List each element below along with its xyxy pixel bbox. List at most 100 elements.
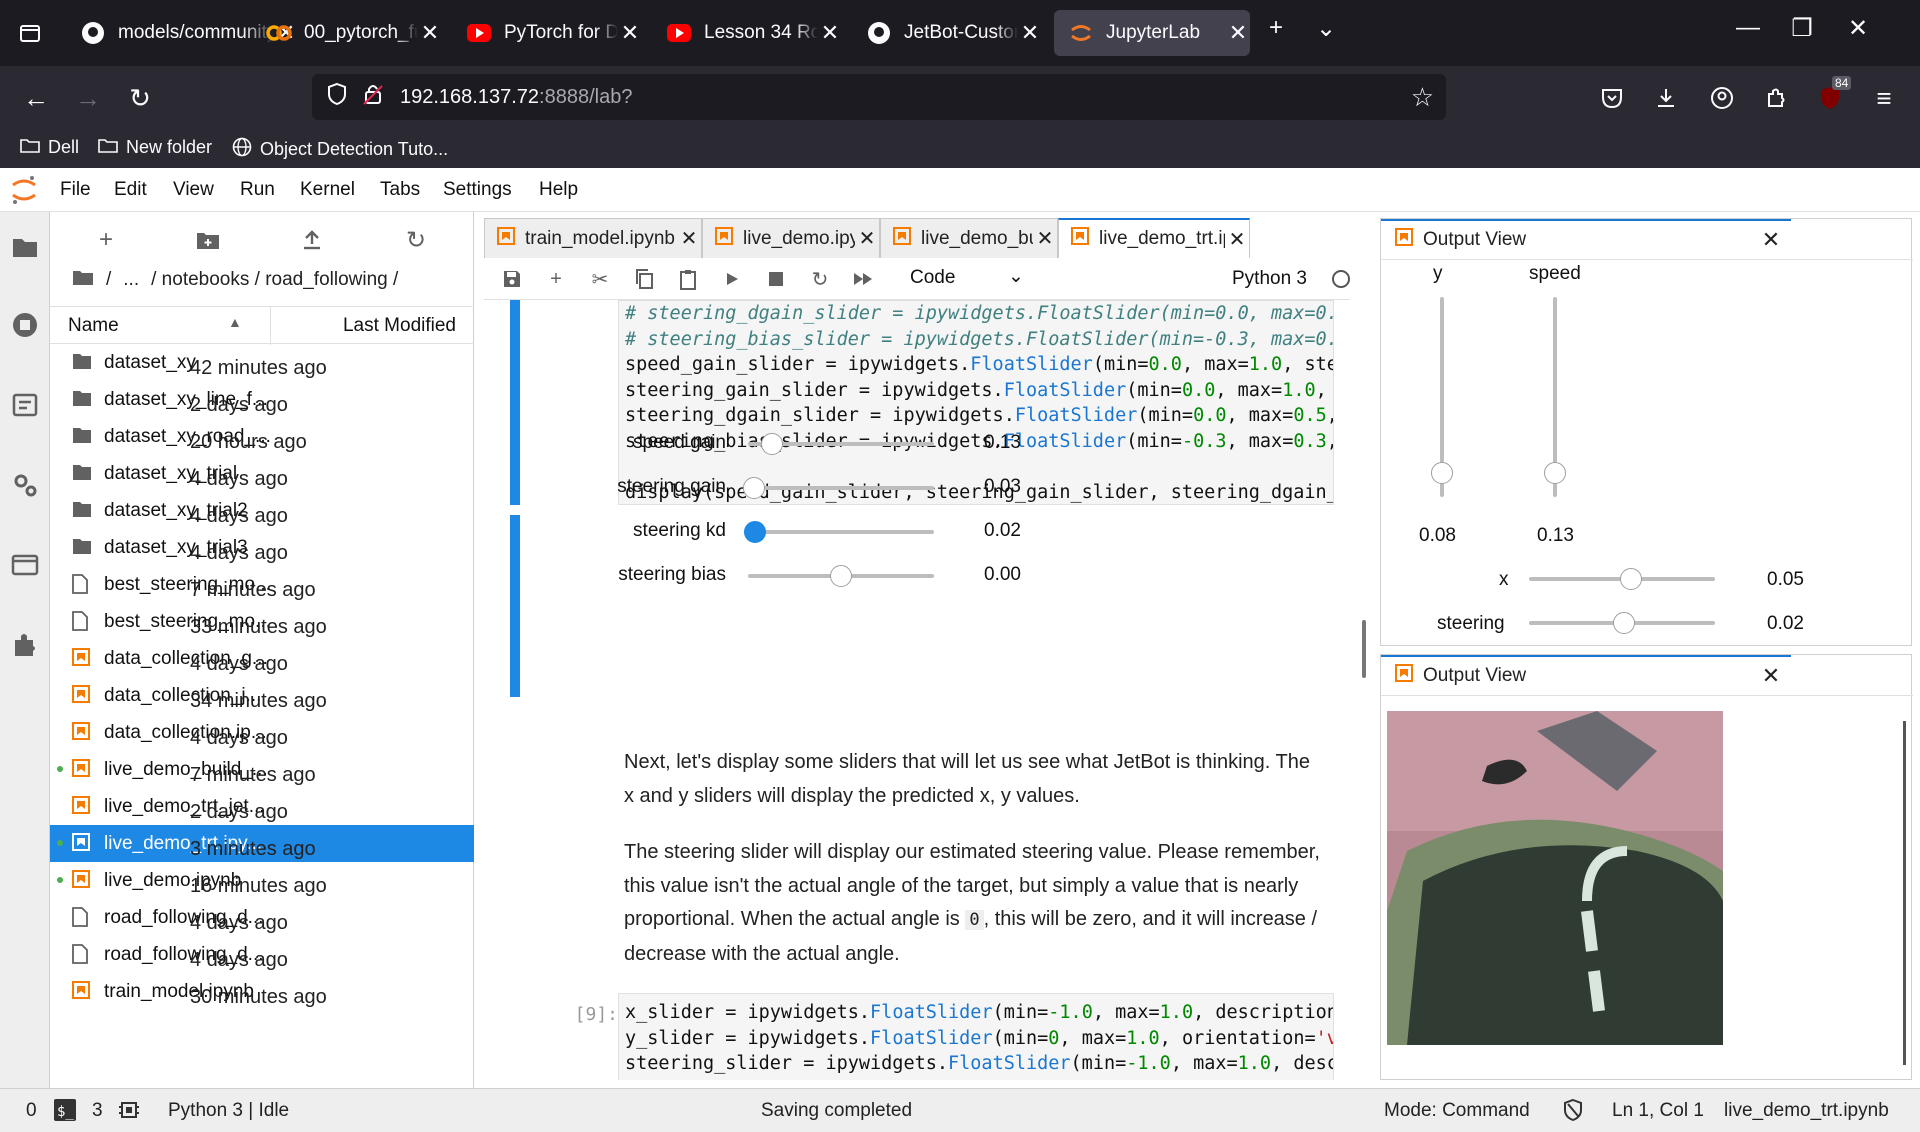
- file-row[interactable]: dataset_xy_trial 4 days ago: [50, 455, 474, 492]
- y-slider-handle[interactable]: [1431, 462, 1453, 484]
- output-view-tab[interactable]: Output View ✕: [1381, 655, 1791, 695]
- slider-handle[interactable]: [744, 521, 767, 543]
- output-view-tab[interactable]: Output View ✕: [1381, 219, 1791, 259]
- close-icon[interactable]: ✕: [1225, 227, 1249, 252]
- file-row[interactable]: live_demo_build_... 7 minutes ago: [50, 751, 474, 788]
- scrollbar[interactable]: [1903, 721, 1906, 1065]
- close-icon[interactable]: ✕: [618, 20, 642, 46]
- float-slider-widget[interactable]: speed gain 0.13: [584, 428, 1064, 458]
- output-collapser[interactable]: [510, 515, 520, 697]
- browser-tab-2[interactable]: 00_pytorch_fundamentals ✕: [252, 10, 442, 56]
- copy-icon[interactable]: [630, 266, 658, 292]
- float-slider-widget[interactable]: steering bias 0.00: [584, 560, 1064, 590]
- bookmark-object-detection[interactable]: Object Detection Tuto...: [232, 137, 448, 162]
- file-row[interactable]: train_model.ipynb 30 minutes ago: [50, 973, 474, 1010]
- code-cell-editor[interactable]: x_slider = ipywidgets.FloatSlider(min=-1…: [618, 993, 1334, 1080]
- browser-tab-jupyterlab[interactable]: JupyterLab ✕: [1054, 10, 1250, 56]
- interrupt-stop-icon[interactable]: [762, 266, 790, 292]
- column-last-modified[interactable]: Last Modified: [343, 315, 456, 337]
- file-row[interactable]: live_demo_trt.ipy... 3 minutes ago: [50, 825, 474, 862]
- extension-manager-puzzle-icon[interactable]: [8, 628, 42, 662]
- menu-tabs[interactable]: Tabs: [380, 179, 420, 201]
- menu-view[interactable]: View: [173, 179, 214, 201]
- file-row[interactable]: dataset_xy_trial3 4 days ago: [50, 529, 474, 566]
- x-slider-track[interactable]: [1529, 568, 1715, 590]
- browser-tab-3[interactable]: PyTorch for Deep Le ✕: [452, 10, 642, 56]
- x-slider-handle[interactable]: [1620, 568, 1642, 590]
- property-inspector-gears-icon[interactable]: [8, 468, 42, 502]
- panel-resize-handle[interactable]: [1362, 620, 1366, 678]
- menu-help[interactable]: Help: [539, 179, 578, 201]
- kernel-count[interactable]: 3: [92, 1100, 103, 1122]
- slider-track[interactable]: [744, 521, 934, 543]
- close-icon[interactable]: ✕: [818, 20, 842, 46]
- slider-handle[interactable]: [830, 565, 852, 587]
- cursor-position[interactable]: Ln 1, Col 1: [1612, 1100, 1704, 1122]
- notebook-panel[interactable]: # steering_dgain_slider = ipywidgets.Flo…: [484, 300, 1350, 1080]
- file-row[interactable]: road_following_d... 4 days ago: [50, 936, 474, 973]
- speed-slider-track[interactable]: [1544, 297, 1566, 497]
- float-slider-widget[interactable]: steering gain 0.03: [584, 472, 1064, 502]
- slider-track[interactable]: [742, 477, 934, 499]
- breadcrumb-ellipsis[interactable]: ...: [123, 269, 139, 291]
- close-icon[interactable]: ✕: [1226, 20, 1250, 46]
- kernel-status[interactable]: Python 3 | Idle: [168, 1100, 289, 1122]
- tab-live-demo-build[interactable]: live_demo_build_ ✕: [880, 218, 1058, 258]
- slider-value[interactable]: 0.13: [984, 432, 1021, 454]
- file-row[interactable]: dataset_xy 42 minutes ago: [50, 344, 474, 381]
- list-tabs-chevron-icon[interactable]: ⌄: [1306, 14, 1346, 43]
- file-row[interactable]: dataset_xy_trial2 4 days ago: [50, 492, 474, 529]
- close-icon[interactable]: ✕: [1751, 227, 1791, 253]
- y-slider-track[interactable]: [1431, 297, 1453, 497]
- insert-cell-plus-icon[interactable]: +: [542, 266, 570, 292]
- float-slider-widget[interactable]: steering kd 0.02: [584, 516, 1064, 546]
- run-play-icon[interactable]: [718, 266, 746, 292]
- column-name[interactable]: Name: [68, 315, 119, 337]
- file-row[interactable]: data_collection_j... 34 minutes ago: [50, 677, 474, 714]
- save-icon[interactable]: [498, 266, 526, 292]
- reload-icon[interactable]: ↻: [120, 78, 160, 118]
- file-row[interactable]: data_collection_g... 4 days ago: [50, 640, 474, 677]
- restart-kernel-icon[interactable]: ↻: [806, 266, 834, 292]
- browser-tab-4[interactable]: Lesson 34 Road Foll ✕: [652, 10, 842, 56]
- trusted-shield-icon[interactable]: [1562, 1098, 1584, 1128]
- file-row[interactable]: live_demo.ipynb 16 minutes ago: [50, 862, 474, 899]
- bookmark-star-icon[interactable]: ☆: [1411, 82, 1434, 113]
- slider-value[interactable]: 0.02: [984, 520, 1021, 542]
- command-palette-icon[interactable]: [8, 388, 42, 422]
- back-arrow-icon[interactable]: ←: [16, 78, 56, 118]
- slider-handle[interactable]: [742, 477, 765, 499]
- file-row[interactable]: live_demo_trt_jet... 2 days ago: [50, 788, 474, 825]
- insecure-lock-icon[interactable]: [362, 82, 384, 112]
- steering-slider-track[interactable]: [1529, 612, 1715, 634]
- file-row[interactable]: road_following_d... 4 days ago: [50, 899, 474, 936]
- close-icon[interactable]: ✕: [1018, 20, 1042, 46]
- close-icon[interactable]: ✕: [418, 20, 442, 46]
- close-window-button[interactable]: ✕: [1838, 14, 1878, 43]
- url-bar[interactable]: 192.168.137.72:8888/lab? ☆: [312, 74, 1446, 120]
- file-browser-folder-icon[interactable]: [8, 230, 42, 264]
- forward-arrow-icon[interactable]: →: [68, 78, 108, 118]
- menu-kernel[interactable]: Kernel: [300, 179, 355, 201]
- file-row[interactable]: best_steering_mo... 7 minutes ago: [50, 566, 474, 603]
- speed-slider-handle[interactable]: [1544, 462, 1566, 484]
- slider-track[interactable]: [748, 565, 934, 587]
- close-icon[interactable]: ✕: [1033, 226, 1057, 251]
- minimize-button[interactable]: —: [1728, 14, 1768, 42]
- kernel-name[interactable]: Python 3: [1232, 268, 1307, 290]
- breadcrumb-root[interactable]: /: [106, 269, 111, 291]
- file-row[interactable]: best_steering_mo... 33 minutes ago: [50, 603, 474, 640]
- tab-train-model[interactable]: train_model.ipynb ✕: [484, 218, 702, 258]
- cell-type-select[interactable]: Code ⌄: [910, 266, 1030, 289]
- folder-icon[interactable]: [72, 268, 94, 292]
- kernel-chip-icon[interactable]: [118, 1099, 140, 1127]
- browser-tab-5[interactable]: JetBot-Custom-Cod ✕: [852, 10, 1042, 56]
- download-icon[interactable]: [1646, 78, 1686, 118]
- breadcrumb-path[interactable]: / notebooks / road_following /: [151, 269, 398, 291]
- menu-edit[interactable]: Edit: [114, 179, 147, 201]
- menu-file[interactable]: File: [60, 179, 91, 201]
- steering-slider-handle[interactable]: [1613, 612, 1635, 634]
- account-icon[interactable]: [1702, 78, 1742, 118]
- close-icon[interactable]: ✕: [677, 226, 701, 251]
- ublock-origin-icon[interactable]: 84: [1810, 76, 1852, 118]
